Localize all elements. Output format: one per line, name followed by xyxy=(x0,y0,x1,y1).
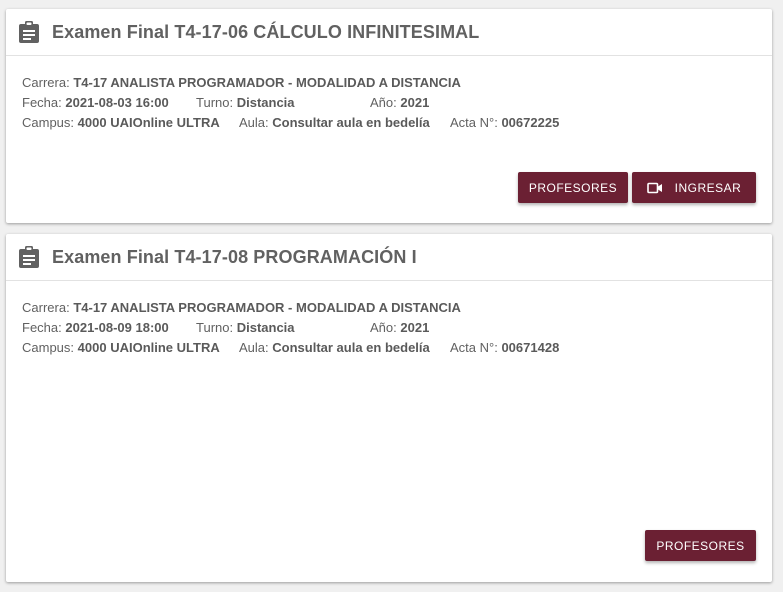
campus-field: Campus: 4000 UAIOnline ULTRA xyxy=(22,113,220,133)
exam-card: Examen Final T4-17-08 PROGRAMACIÓN I Car… xyxy=(6,234,772,582)
carrera-row: Carrera: T4-17 ANALISTA PROGRAMADOR - MO… xyxy=(22,73,772,93)
aula-value: Consultar aula en bedelía xyxy=(272,115,430,130)
acta-field: Acta N°: 00672225 xyxy=(450,113,559,133)
turno-value: Distancia xyxy=(236,320,295,335)
campus-label: Campus: xyxy=(22,115,75,130)
profesores-button-label: PROFESORES xyxy=(656,538,745,553)
fecha-value: 2021-08-09 18:00 xyxy=(65,320,169,335)
exam-card-header: Examen Final T4-17-08 PROGRAMACIÓN I xyxy=(6,234,772,281)
video-camera-icon xyxy=(646,182,662,193)
turno-value: Distancia xyxy=(236,95,295,110)
clipboard-icon xyxy=(19,246,39,268)
acta-value: 00672225 xyxy=(501,115,560,130)
anio-value: 2021 xyxy=(400,320,430,335)
fecha-row: Fecha: 2021-08-03 16:00 Turno: Distancia… xyxy=(22,93,772,113)
exam-card-header: Examen Final T4-17-06 CÁLCULO INFINITESI… xyxy=(6,9,772,56)
fecha-row: Fecha: 2021-08-09 18:00 Turno: Distancia… xyxy=(22,318,772,338)
aula-label: Aula: xyxy=(239,115,269,130)
carrera-label: Carrera: xyxy=(22,300,70,315)
anio-label: Año: xyxy=(370,95,397,110)
clipboard-icon xyxy=(19,21,39,43)
profesores-button[interactable]: PROFESORES xyxy=(645,530,756,561)
fecha-field: Fecha: 2021-08-09 18:00 xyxy=(22,318,169,338)
ingresar-button[interactable]: INGRESAR xyxy=(632,172,756,203)
turno-label: Turno: xyxy=(196,95,234,110)
campus-row: Campus: 4000 UAIOnline ULTRA Aula: Consu… xyxy=(22,338,772,358)
exam-title: Examen Final T4-17-06 CÁLCULO INFINITESI… xyxy=(52,21,480,42)
aula-value: Consultar aula en bedelía xyxy=(272,340,430,355)
campus-field: Campus: 4000 UAIOnline ULTRA xyxy=(22,338,220,358)
anio-value: 2021 xyxy=(400,95,430,110)
aula-field: Aula: Consultar aula en bedelía xyxy=(239,113,430,133)
fecha-field: Fecha: 2021-08-03 16:00 xyxy=(22,93,169,113)
acta-label: Acta N°: xyxy=(450,340,498,355)
fecha-label: Fecha: xyxy=(22,320,62,335)
anio-field: Año: 2021 xyxy=(370,318,429,338)
profesores-button[interactable]: PROFESORES xyxy=(518,172,628,203)
anio-label: Año: xyxy=(370,320,397,335)
carrera-field: Carrera: T4-17 ANALISTA PROGRAMADOR - MO… xyxy=(22,73,461,93)
turno-field: Turno: Distancia xyxy=(196,93,295,113)
anio-field: Año: 2021 xyxy=(370,93,429,113)
aula-field: Aula: Consultar aula en bedelía xyxy=(239,338,430,358)
fecha-label: Fecha: xyxy=(22,95,62,110)
aula-label: Aula: xyxy=(239,340,269,355)
ingresar-button-label: INGRESAR xyxy=(674,180,742,195)
profesores-button-label: PROFESORES xyxy=(528,180,618,195)
acta-field: Acta N°: 00671428 xyxy=(450,338,559,358)
exam-details: Carrera: T4-17 ANALISTA PROGRAMADOR - MO… xyxy=(6,56,772,133)
carrera-row: Carrera: T4-17 ANALISTA PROGRAMADOR - MO… xyxy=(22,298,772,318)
exam-title: Examen Final T4-17-08 PROGRAMACIÓN I xyxy=(52,246,417,267)
campus-row: Campus: 4000 UAIOnline ULTRA Aula: Consu… xyxy=(22,113,772,133)
fecha-value: 2021-08-03 16:00 xyxy=(65,95,169,110)
exam-details: Carrera: T4-17 ANALISTA PROGRAMADOR - MO… xyxy=(6,281,772,358)
campus-value: 4000 UAIOnline ULTRA xyxy=(77,115,220,130)
carrera-value: T4-17 ANALISTA PROGRAMADOR - MODALIDAD A… xyxy=(73,75,461,90)
acta-value: 00671428 xyxy=(501,340,560,355)
exam-card: Examen Final T4-17-06 CÁLCULO INFINITESI… xyxy=(6,9,772,223)
acta-label: Acta N°: xyxy=(450,115,498,130)
carrera-label: Carrera: xyxy=(22,75,70,90)
campus-label: Campus: xyxy=(22,340,75,355)
carrera-field: Carrera: T4-17 ANALISTA PROGRAMADOR - MO… xyxy=(22,298,461,318)
campus-value: 4000 UAIOnline ULTRA xyxy=(77,340,220,355)
turno-label: Turno: xyxy=(196,320,234,335)
carrera-value: T4-17 ANALISTA PROGRAMADOR - MODALIDAD A… xyxy=(73,300,461,315)
turno-field: Turno: Distancia xyxy=(196,318,295,338)
